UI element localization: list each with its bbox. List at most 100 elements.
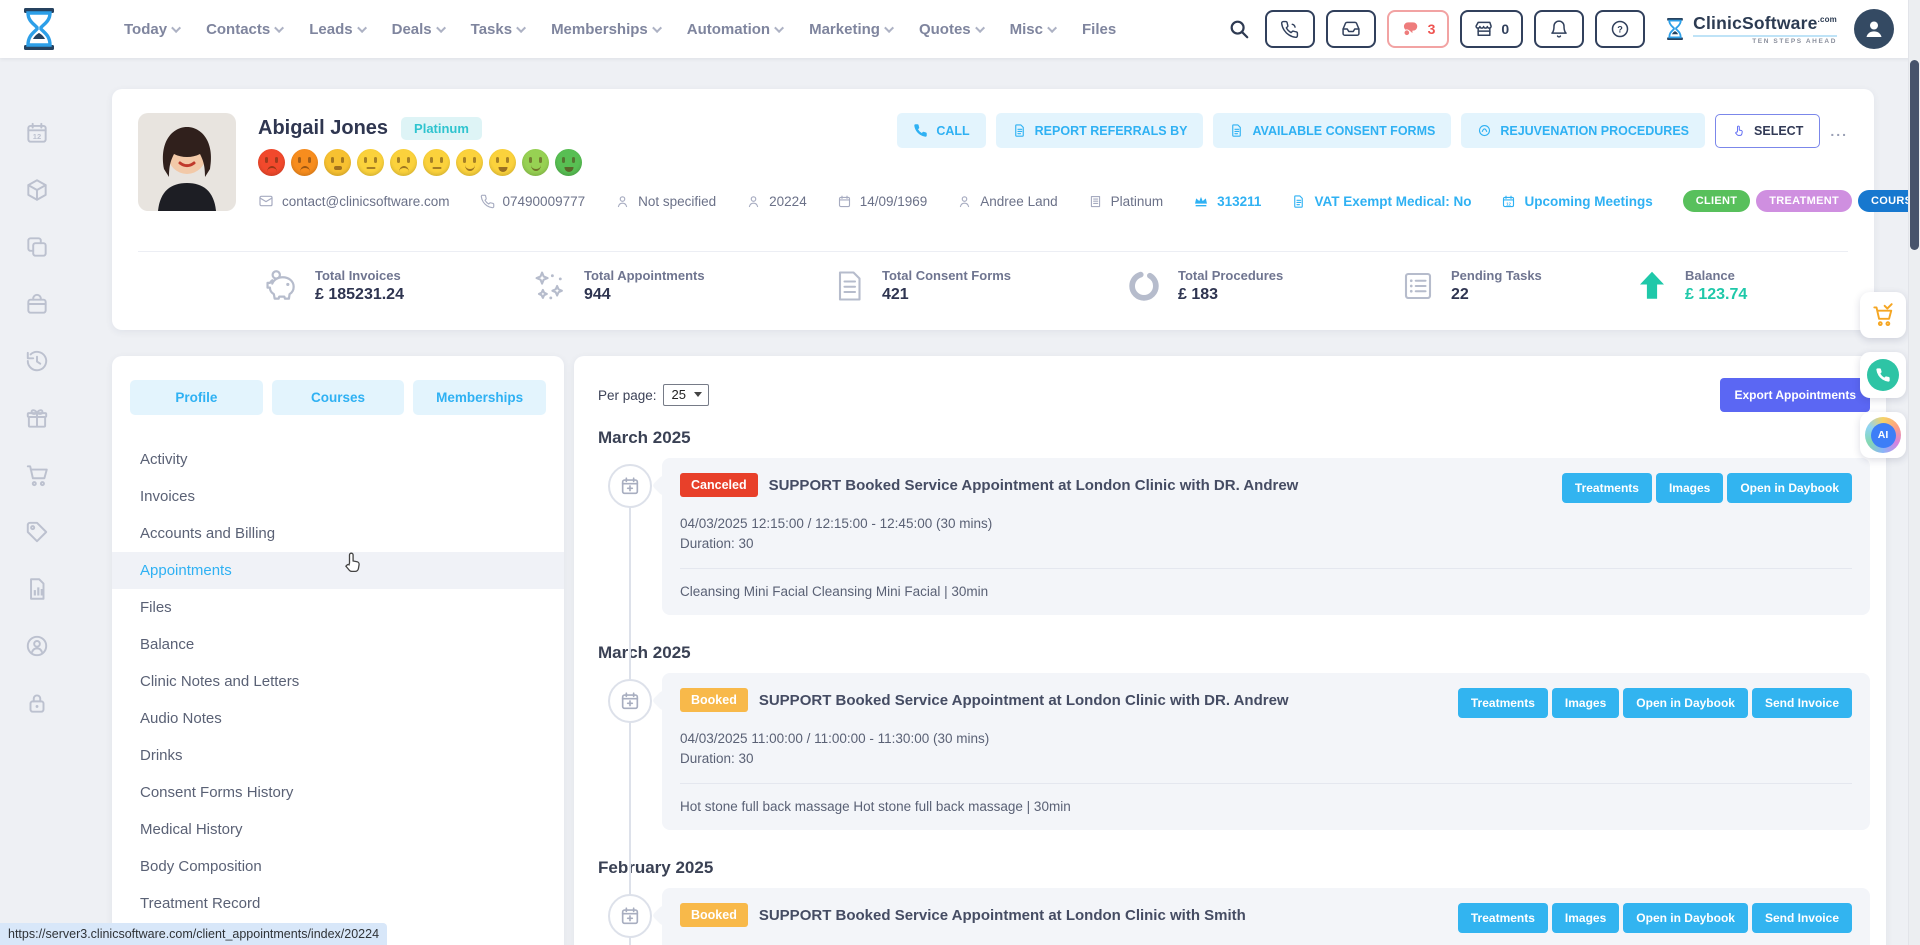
mood-face-icon[interactable] [291, 149, 318, 176]
loyalty-points[interactable]: 313211 [1193, 193, 1261, 209]
chevron-down-icon [884, 23, 894, 33]
notifications-bell-button[interactable] [1534, 10, 1584, 48]
nav-item[interactable]: Automation [687, 21, 784, 38]
nav-item[interactable]: Leads [309, 21, 366, 38]
app-logo-hourglass-icon[interactable] [18, 6, 60, 52]
calendar-12-icon[interactable]: 12 [24, 120, 50, 146]
nav-item-label: Contacts [206, 21, 270, 38]
floating-cart-button[interactable] [1860, 292, 1906, 338]
report-icon[interactable] [24, 576, 50, 602]
mood-face-icon[interactable] [456, 149, 483, 176]
chat-notifications-button[interactable]: 3 [1387, 10, 1450, 48]
appointment-action-button[interactable]: Open in Daybook [1623, 903, 1748, 933]
sidebar-menu-item[interactable]: Audio Notes [112, 700, 564, 737]
service-divider [680, 783, 1852, 784]
user-avatar[interactable] [1854, 9, 1894, 49]
profile-tabs: Profile CoursesMemberships [112, 376, 564, 435]
sidebar-menu-item[interactable]: Accounts and Billing [112, 515, 564, 552]
nav-item-label: Automation [687, 21, 770, 38]
sidebar-menu-item[interactable]: Medical History [112, 811, 564, 848]
mood-face-icon[interactable] [357, 149, 384, 176]
per-page-select[interactable]: 25 [663, 384, 709, 406]
mood-face-icon[interactable] [489, 149, 516, 176]
history-icon[interactable] [24, 348, 50, 374]
document-icon [831, 268, 867, 304]
nav-item[interactable]: Contacts [206, 21, 284, 38]
nav-item[interactable]: Misc [1010, 21, 1057, 38]
appointment-action-button[interactable]: Treatments [1562, 473, 1652, 503]
client-email[interactable]: contact@clinicsoftware.com [258, 193, 450, 209]
shop-button[interactable]: 0 [1460, 10, 1523, 48]
appointment-action-button[interactable]: Treatments [1458, 688, 1548, 718]
sidebar-menu-item[interactable]: Body Composition [112, 848, 564, 885]
copy-icon[interactable] [24, 234, 50, 260]
mood-face-icon[interactable] [324, 149, 351, 176]
sidebar-menu-item[interactable]: Drinks [112, 737, 564, 774]
nav-item[interactable]: Deals [392, 21, 446, 38]
nav-item[interactable]: Tasks [471, 21, 526, 38]
mood-face-icon[interactable] [423, 149, 450, 176]
export-appointments-button[interactable]: Export Appointments [1720, 378, 1870, 412]
nav-item[interactable]: Today [124, 21, 181, 38]
sidebar-menu-item[interactable]: Treatment Record [112, 885, 564, 922]
clinicsoftware-brand-logo[interactable]: ClinicSoftware.com TEN STEPS AHEAD [1664, 13, 1837, 45]
appointment-card: Booked SUPPORT Booked Service Appointmen… [662, 673, 1870, 830]
package-icon[interactable] [24, 177, 50, 203]
call-button[interactable]: CALL [897, 113, 985, 148]
tab[interactable]: Profile [130, 380, 263, 415]
user-badge-icon[interactable] [24, 633, 50, 659]
client-address: Andree Land [957, 194, 1057, 209]
lock-icon[interactable] [24, 690, 50, 716]
calendar-plus-icon [608, 894, 652, 938]
help-button[interactable]: ? [1595, 10, 1645, 48]
appointment-action-button[interactable]: Open in Daybook [1623, 688, 1748, 718]
sidebar-menu-item[interactable]: Consent Forms History [112, 774, 564, 811]
upcoming-meetings-link[interactable]: 12 Upcoming Meetings [1501, 194, 1652, 209]
sidebar-menu-item[interactable]: Appointments [112, 552, 564, 589]
scrollbar[interactable] [1908, 0, 1920, 945]
sidebar-menu-item[interactable]: Clinic Notes and Letters [112, 663, 564, 700]
nav-item[interactable]: Memberships [551, 21, 662, 38]
scrollbar-thumb[interactable] [1910, 60, 1919, 250]
rejuvenation-procedures-button[interactable]: REJUVENATION PROCEDURES [1461, 113, 1705, 148]
appointment-action-button[interactable]: Images [1552, 903, 1619, 933]
shopping-calendar-icon[interactable] [24, 291, 50, 317]
available-consent-forms-button[interactable]: AVAILABLE CONSENT FORMS [1213, 113, 1451, 148]
appointment-action-button[interactable]: Send Invoice [1752, 688, 1852, 718]
appointment-action-button[interactable]: Images [1552, 688, 1619, 718]
gift-icon[interactable] [24, 405, 50, 431]
appointment-action-button[interactable]: Treatments [1458, 903, 1548, 933]
dialer-button[interactable] [1265, 10, 1315, 48]
inbox-button[interactable] [1326, 10, 1376, 48]
appointment-action-button[interactable]: Images [1656, 473, 1723, 503]
sidebar-menu-item[interactable]: Activity [112, 441, 564, 478]
sidebar-menu-item[interactable]: Files [112, 589, 564, 626]
tab[interactable]: Courses [272, 380, 405, 415]
mood-face-icon[interactable] [522, 149, 549, 176]
floating-ai-assistant-button[interactable]: AI [1860, 412, 1906, 458]
appointment-action-button[interactable]: Send Invoice [1752, 903, 1852, 933]
appointment-action-button[interactable]: Open in Daybook [1727, 473, 1852, 503]
nav-item[interactable]: Files [1082, 21, 1116, 38]
appointment-service: Cleansing Mini Facial Cleansing Mini Fac… [680, 584, 1852, 599]
mood-face-icon[interactable] [258, 149, 285, 176]
price-tag-icon[interactable] [24, 519, 50, 545]
nav-item[interactable]: Quotes [919, 21, 985, 38]
more-actions-button[interactable]: ... [1830, 123, 1848, 139]
chevron-down-icon [975, 23, 985, 33]
appointment-title: SUPPORT Booked Service Appointment at Lo… [759, 688, 1447, 709]
appointment-datetime: 04/03/2025 11:00:00 / 11:00:00 - 11:30:0… [680, 731, 1852, 746]
tab[interactable]: Memberships [413, 380, 546, 415]
sidebar-menu-item[interactable]: Balance [112, 626, 564, 663]
mood-face-icon[interactable] [390, 149, 417, 176]
report-referrals-button[interactable]: REPORT REFERRALS BY [996, 113, 1204, 148]
vat-status[interactable]: VAT Exempt Medical: No [1291, 194, 1471, 209]
search-icon[interactable] [1228, 18, 1250, 40]
cart-icon[interactable] [24, 462, 50, 488]
nav-item[interactable]: Marketing [809, 21, 894, 38]
mood-face-icon[interactable] [555, 149, 582, 176]
select-button[interactable]: SELECT [1715, 114, 1820, 148]
floating-whatsapp-button[interactable] [1860, 352, 1906, 398]
sidebar-menu-item[interactable]: Invoices [112, 478, 564, 515]
client-phone[interactable]: 07490009777 [480, 194, 586, 209]
